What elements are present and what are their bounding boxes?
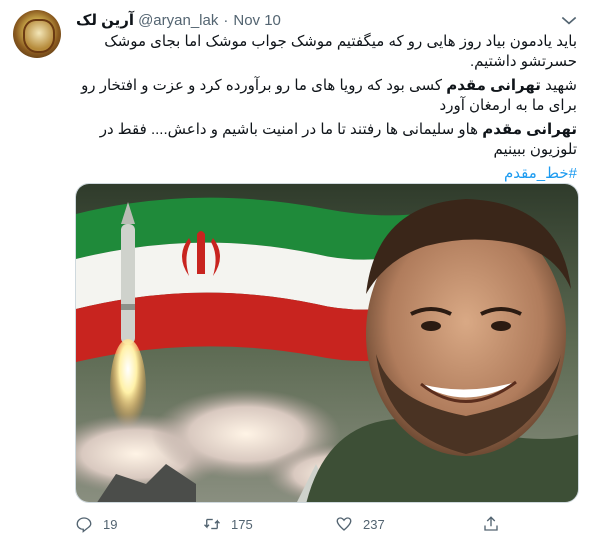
text-line: کسی بود که رویا های ما رو برآورده کرد و … [81, 77, 443, 94]
hashtag-link[interactable]: #خط_مقدم [504, 165, 577, 182]
tweet-header: آرین لک @aryan_lak · Nov 10 [76, 10, 281, 30]
text-line: حسرتشو داشتیم. [469, 53, 577, 70]
more-icon[interactable] [559, 10, 579, 30]
tweet-date[interactable]: Nov 10 [233, 12, 281, 29]
like-count: 237 [363, 516, 385, 532]
like-button[interactable]: 237 [335, 513, 385, 535]
tweet[interactable]: آرین لک @aryan_lak · Nov 10 باید یادمون … [0, 0, 593, 546]
tweet-text: باید یادمون بیاد روز هایی رو که میگفتیم … [75, 32, 577, 188]
text-line: برای ما به ارمغان آورد [439, 97, 577, 114]
display-name[interactable]: آرین لک [76, 11, 134, 29]
separator-dot: · [223, 11, 229, 29]
reply-count: 19 [103, 516, 118, 532]
text-prefix: شهید [545, 77, 577, 94]
reply-icon [76, 517, 92, 533]
retweet-icon [204, 518, 220, 530]
retweet-button[interactable]: 175 [203, 513, 253, 535]
text-line: تلوزیون ببینیم [493, 141, 577, 158]
bold-name: تهرانی مقدم [446, 77, 541, 94]
text-line: هاو سلیمانی ها رفتند تا ما در امنیت باشی… [99, 121, 479, 138]
media-illustration [76, 184, 578, 502]
retweet-count: 175 [231, 516, 253, 532]
like-icon [336, 517, 352, 531]
user-handle[interactable]: @aryan_lak [138, 12, 218, 29]
tweet-actions: 19 175 237 [75, 513, 545, 535]
reply-button[interactable]: 19 [75, 513, 117, 535]
text-line: باید یادمون بیاد روز هایی رو که میگفتیم … [104, 33, 577, 50]
share-icon [484, 516, 498, 531]
bold-name: تهرانی مقدم [482, 121, 577, 138]
share-button[interactable] [482, 513, 510, 535]
avatar[interactable] [13, 10, 61, 58]
tweet-media-image[interactable] [75, 183, 579, 503]
